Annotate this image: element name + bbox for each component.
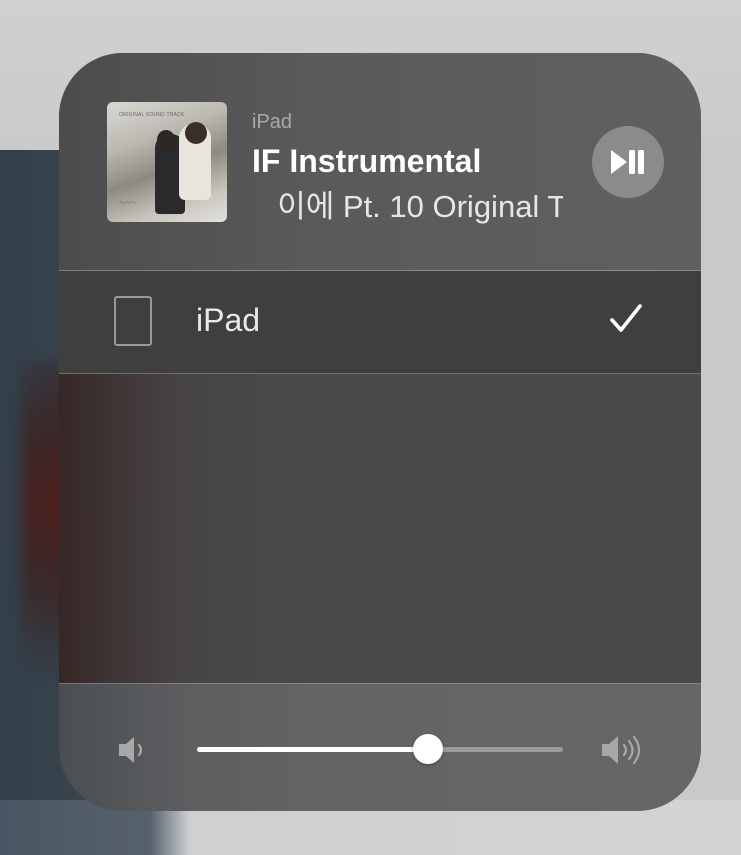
now-playing-header: ORIGINAL SOUND TRACK ～～～ iPad IF Instrum…	[59, 53, 701, 271]
volume-slider-thumb[interactable]	[413, 734, 443, 764]
now-playing-device: iPad	[252, 111, 293, 133]
volume-slider[interactable]	[197, 747, 563, 752]
artwork-figure-woman-head	[185, 122, 207, 144]
album-artwork[interactable]: ORIGINAL SOUND TRACK ～～～	[107, 102, 227, 222]
play-pause-button[interactable]	[592, 126, 664, 198]
speaker-high-icon	[602, 735, 641, 765]
artwork-figure-man-head	[157, 130, 175, 150]
route-label: iPad	[196, 302, 261, 338]
audio-output-panel: ORIGINAL SOUND TRACK ～～～ iPad IF Instrum…	[59, 53, 701, 811]
album-title: 이에 Pt. 10 Original Tel	[277, 189, 563, 224]
album-title-marquee: 이에 Pt. 10 Original Tel	[239, 181, 563, 225]
artwork-caption-bottom: ～～～	[119, 201, 138, 207]
play-pause-icon	[611, 150, 644, 174]
checkmark-icon	[610, 304, 642, 332]
artwork-caption-top: ORIGINAL SOUND TRACK	[119, 112, 185, 118]
route-item-ipad[interactable]: iPad	[59, 271, 701, 374]
volume-control	[59, 683, 701, 811]
volume-slider-fill	[197, 747, 428, 752]
song-title: IF Instrumental	[252, 143, 482, 179]
ipad-icon	[114, 296, 152, 346]
speaker-low-icon	[119, 737, 143, 763]
route-list-empty-area	[59, 374, 701, 683]
